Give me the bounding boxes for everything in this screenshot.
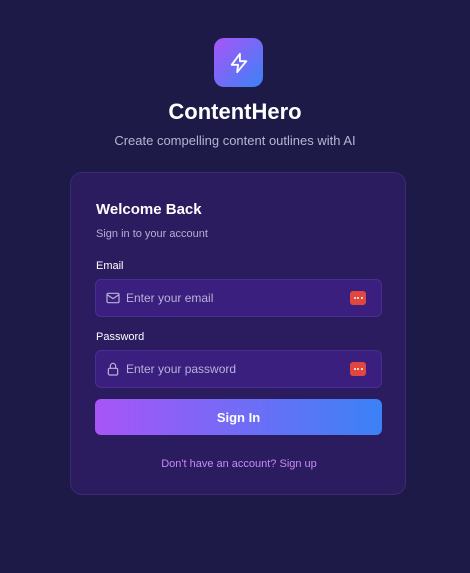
lock-icon xyxy=(107,362,119,376)
app-subtitle: Create compelling content outlines with … xyxy=(114,133,356,148)
password-field-wrapper xyxy=(95,350,382,388)
password-input[interactable] xyxy=(126,351,341,387)
email-label: Email xyxy=(96,260,124,272)
password-manager-icon[interactable] xyxy=(350,291,366,305)
card-title: Welcome Back xyxy=(96,201,202,218)
login-card: Welcome Back Sign in to your account Ema… xyxy=(70,172,406,495)
mail-icon xyxy=(106,292,120,304)
app-title: ContentHero xyxy=(168,99,302,124)
signup-link[interactable]: Don't have an account? Sign up xyxy=(71,456,407,472)
sign-in-button[interactable]: Sign In xyxy=(95,399,382,435)
password-manager-icon[interactable] xyxy=(350,362,366,376)
email-input[interactable] xyxy=(126,280,341,316)
password-label: Password xyxy=(96,331,145,343)
card-subtitle: Sign in to your account xyxy=(96,228,208,240)
lightning-bolt-icon xyxy=(230,52,247,73)
email-field-wrapper xyxy=(95,279,382,317)
app-logo xyxy=(214,38,263,87)
